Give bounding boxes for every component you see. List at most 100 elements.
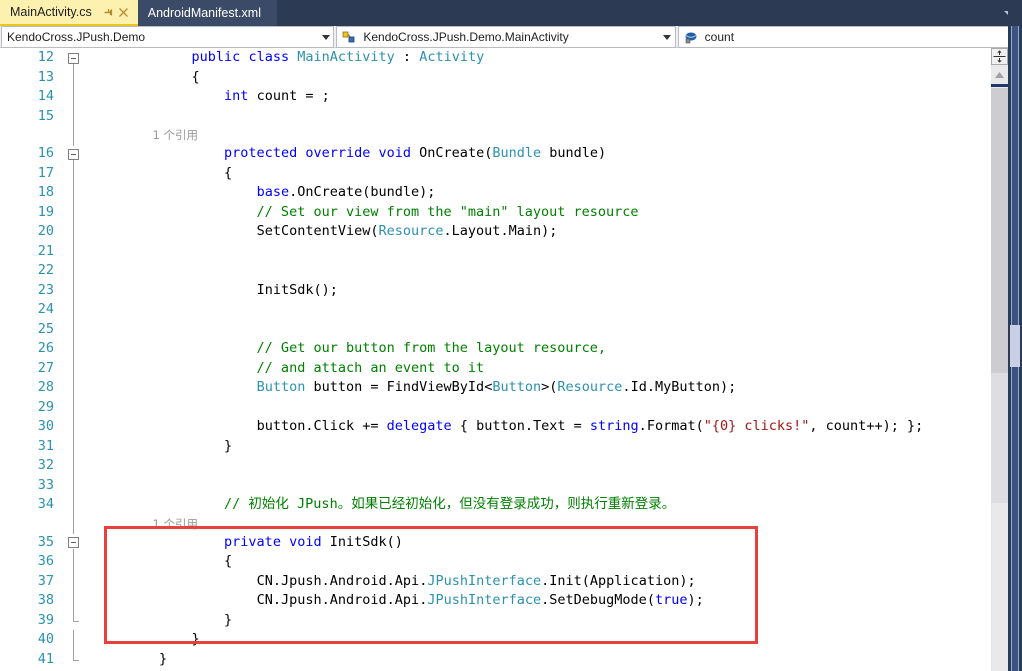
code-line-text: 1 个引用 (94, 128, 198, 142)
code-line[interactable]: 29 (0, 397, 1022, 417)
code-line[interactable]: 37 CN.Jpush.Android.Api.JPushInterface.I… (0, 571, 1022, 591)
fold-toggle-icon[interactable] (68, 537, 79, 548)
line-number: 25 (37, 320, 54, 337)
navigation-bar: KendoCross.JPush.Demo KendoCross.JPush.D… (0, 26, 1022, 48)
code-line[interactable]: 19 // Set our view from the "main" layou… (0, 202, 1022, 222)
line-number: 37 (37, 572, 54, 589)
tab-label: MainActivity.cs (10, 5, 92, 19)
field-icon (682, 31, 700, 44)
line-number: 13 (37, 68, 54, 85)
code-line-text: CN.Jpush.Android.Api.JPushInterface.Init… (256, 572, 696, 589)
line-number: 31 (37, 437, 54, 454)
navbar-project-dropdown[interactable]: KendoCross.JPush.Demo (1, 26, 335, 48)
line-number: 16 (37, 145, 54, 161)
code-line[interactable]: 22 (0, 261, 1022, 281)
code-line[interactable]: 40 } (0, 630, 1022, 650)
split-view-icon[interactable] (991, 48, 1008, 65)
line-number: 12 (37, 49, 54, 65)
code-line[interactable]: 17 { (0, 163, 1022, 183)
chevron-down-icon[interactable] (660, 27, 675, 47)
line-number: 32 (37, 457, 54, 473)
caret-up-icon[interactable] (991, 67, 1008, 83)
navbar-member-dropdown[interactable]: count (677, 26, 1021, 48)
code-line-text: { (94, 68, 200, 85)
code-line[interactable]: 18 base.OnCreate(bundle); (0, 183, 1022, 203)
code-line[interactable]: 32 (0, 456, 1022, 476)
code-line-text: // Set our view from the "main" layout r… (94, 203, 639, 220)
code-line[interactable]: 14 int count = ; (0, 87, 1022, 107)
code-line-text: int count = ; (224, 88, 330, 104)
code-line[interactable]: 35 private void InitSdk() (0, 533, 1022, 552)
code-line[interactable]: 34 // 初始化 JPush。如果已经初始化，但没有登录成功，则执行重新登录。 (0, 495, 1022, 515)
line-number: 18 (37, 184, 54, 200)
code-line-text: } (94, 631, 200, 647)
line-number: 24 (37, 301, 54, 317)
code-line[interactable]: 27 // and attach an event to it (0, 358, 1022, 378)
code-line-text: // Get our button from the layout resour… (94, 340, 607, 356)
code-line[interactable]: 13 { (0, 67, 1022, 87)
line-number: 14 (37, 88, 54, 104)
tab-label: AndroidManifest.xml (147, 6, 261, 20)
code-line[interactable]: 36 { (0, 552, 1022, 572)
tab-androidmanifest-xml[interactable]: AndroidManifest.xml (137, 0, 277, 26)
code-line-text: // and attach an event to it (94, 359, 485, 376)
navbar-type-dropdown[interactable]: KendoCross.JPush.Demo.MainActivity (336, 26, 676, 48)
code-line-text: } (94, 437, 233, 454)
line-number: 23 (37, 281, 54, 298)
code-line[interactable]: 21 (0, 241, 1022, 261)
code-line-text: { (94, 164, 233, 181)
line-number: 40 (37, 631, 54, 647)
code-line[interactable]: 16 protected override void OnCreate(Bund… (0, 144, 1022, 164)
tab-bar-spacer (277, 0, 996, 26)
editor-tab-bar: MainActivity.cs AndroidManifest.xml (0, 0, 1022, 26)
navbar-member-label: count (704, 30, 735, 44)
code-line[interactable]: 39 } (0, 610, 1022, 631)
code-line[interactable]: 24 (0, 300, 1022, 320)
code-line-text: 1 个引用 (94, 516, 198, 531)
code-line-text: InitSdk(); (256, 281, 338, 298)
outer-scrollbar-thumb[interactable] (1010, 325, 1020, 367)
code-line[interactable]: 38 CN.Jpush.Android.Api.JPushInterface.S… (0, 591, 1022, 611)
line-number: 17 (37, 164, 54, 181)
code-line[interactable]: 23 InitSdk(); (0, 280, 1022, 300)
code-line-text: base.OnCreate(bundle); (256, 184, 436, 200)
line-number: 29 (37, 398, 54, 415)
close-icon[interactable] (117, 6, 130, 19)
code-line[interactable]: 26 // Get our button from the layout res… (0, 339, 1022, 359)
code-line[interactable]: 15 (0, 106, 1022, 126)
line-number: 27 (37, 359, 54, 376)
code-line[interactable]: 1 个引用 (0, 514, 1022, 534)
code-line-text: public class MainActivity : Activity (191, 49, 485, 65)
code-line[interactable]: 30 button.Click += delegate { button.Tex… (0, 417, 1022, 437)
line-number: 26 (37, 340, 54, 356)
fold-toggle-icon[interactable] (68, 52, 79, 64)
code-line[interactable]: 20 SetContentView(Resource.Layout.Main); (0, 222, 1022, 242)
chevron-down-icon[interactable] (318, 27, 333, 47)
code-line[interactable]: 33 (0, 475, 1022, 495)
code-editor-surface[interactable]: 12 public class MainActivity : Activity 1… (0, 48, 1022, 671)
code-line-text: CN.Jpush.Android.Api.JPushInterface.SetD… (256, 592, 704, 608)
vertical-scrollbar-thumb-lower[interactable] (991, 373, 1008, 503)
code-line[interactable]: 1 个引用 (0, 126, 1022, 146)
pin-icon[interactable] (102, 6, 115, 19)
code-line-text: Button button = FindViewById<Button>(Res… (256, 379, 737, 395)
fold-toggle-icon[interactable] (68, 148, 79, 160)
code-line-text: } (94, 650, 168, 667)
line-number: 39 (37, 611, 54, 628)
code-line[interactable]: 25 (0, 319, 1022, 339)
navbar-project-label: KendoCross.JPush.Demo (7, 30, 146, 44)
code-line[interactable]: 41 } (0, 649, 1022, 670)
code-line[interactable]: 28 Button button = FindViewById<Button>(… (0, 378, 1022, 398)
line-number: 38 (37, 592, 54, 608)
line-number: 41 (37, 650, 54, 667)
line-number: 19 (37, 203, 54, 220)
code-line[interactable]: 12 public class MainActivity : Activity (0, 48, 1022, 68)
code-line-text: { (94, 553, 233, 569)
code-line[interactable]: 31 } (0, 436, 1022, 456)
navbar-type-label: KendoCross.JPush.Demo.MainActivity (363, 30, 569, 44)
vertical-scrollbar-thumb[interactable] (991, 88, 1008, 373)
line-number: 30 (37, 418, 54, 434)
visual-studio-editor-window: MainActivity.cs AndroidManifest.xml Kend… (0, 0, 1022, 671)
line-number: 15 (37, 107, 54, 124)
tab-mainactivity-cs[interactable]: MainActivity.cs (0, 0, 138, 26)
